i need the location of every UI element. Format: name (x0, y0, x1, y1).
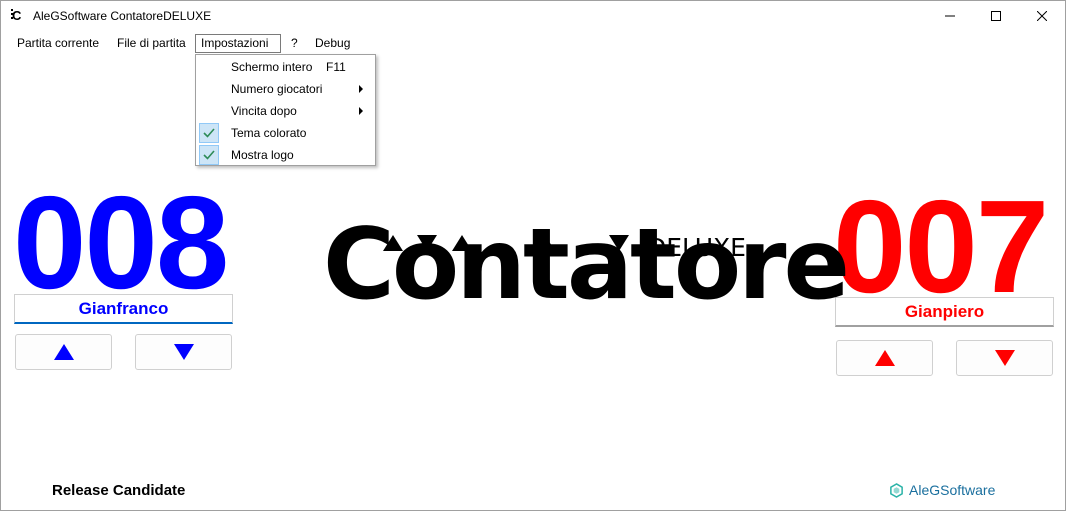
arrow-up-icon (53, 344, 74, 360)
arrow-down-icon (994, 350, 1015, 366)
menu-debug[interactable]: Debug (310, 34, 355, 53)
svg-text:C: C (12, 8, 22, 23)
arrow-up-icon (874, 350, 895, 366)
logo-suffix-text: DELUXE (647, 233, 746, 262)
release-label: Release Candidate (52, 482, 186, 499)
menu-item-mostra-logo[interactable]: Mostra logo (198, 144, 373, 166)
right-player-name[interactable]: Gianpiero (835, 297, 1054, 327)
submenu-arrow-icon (359, 85, 363, 93)
left-increment-button[interactable] (15, 334, 112, 370)
menu-bar: Partita corrente File di partita Imposta… (1, 32, 1065, 55)
hexagon-logo-icon (890, 482, 903, 498)
menu-item-label: Schermo intero (231, 60, 313, 74)
menu-item-label: Numero giocatori (231, 82, 323, 96)
menu-file-di-partita[interactable]: File di partita (112, 34, 191, 53)
arrow-down-icon (173, 344, 194, 360)
menu-item-label: Tema colorato (231, 126, 307, 140)
menu-item-label: Mostra logo (231, 148, 294, 162)
app-window: C AleGSoftware ContatoreDELUXE Partita c… (0, 0, 1066, 511)
maximize-button[interactable] (973, 1, 1019, 31)
menu-item-numero-giocatori[interactable]: Numero giocatori (198, 78, 373, 100)
minimize-icon (945, 15, 955, 17)
menu-item-shortcut: F11 (326, 60, 346, 74)
menu-item-schermo-intero[interactable]: Schermo intero F11 (198, 56, 373, 78)
right-decrement-button[interactable] (956, 340, 1053, 376)
menu-item-vincita-dopo[interactable]: Vincita dopo (198, 100, 373, 122)
brand: AleGSoftware (889, 482, 995, 498)
menu-help[interactable]: ? (286, 34, 303, 53)
checkmark-icon (199, 145, 219, 165)
close-button[interactable] (1019, 1, 1065, 31)
checkmark-icon (199, 123, 219, 143)
brand-text: AleGSoftware (909, 482, 996, 498)
menu-impostazioni[interactable]: Impostazioni (195, 34, 281, 53)
maximize-icon (991, 11, 1001, 21)
window-title: AleGSoftware ContatoreDELUXE (33, 9, 212, 23)
minimize-button[interactable] (927, 1, 973, 31)
impostazioni-dropdown: Schermo intero F11 Numero giocatori Vinc… (195, 54, 376, 166)
title-bar: C AleGSoftware ContatoreDELUXE (1, 1, 1065, 31)
left-score: 008 (13, 169, 229, 316)
left-player-name[interactable]: Gianfranco (14, 294, 233, 324)
right-score: 007 (833, 173, 1049, 320)
submenu-arrow-icon (359, 107, 363, 115)
left-decrement-button[interactable] (135, 334, 232, 370)
menu-partita-corrente[interactable]: Partita corrente (12, 34, 104, 53)
app-icon: C (11, 8, 22, 23)
menu-item-tema-colorato[interactable]: Tema colorato (198, 122, 373, 144)
right-increment-button[interactable] (836, 340, 933, 376)
logo-main-text: Contatore (323, 208, 850, 322)
close-icon (1037, 11, 1047, 21)
menu-item-label: Vincita dopo (231, 104, 297, 118)
contatore-logo: Contatore DELUXE (321, 215, 850, 323)
